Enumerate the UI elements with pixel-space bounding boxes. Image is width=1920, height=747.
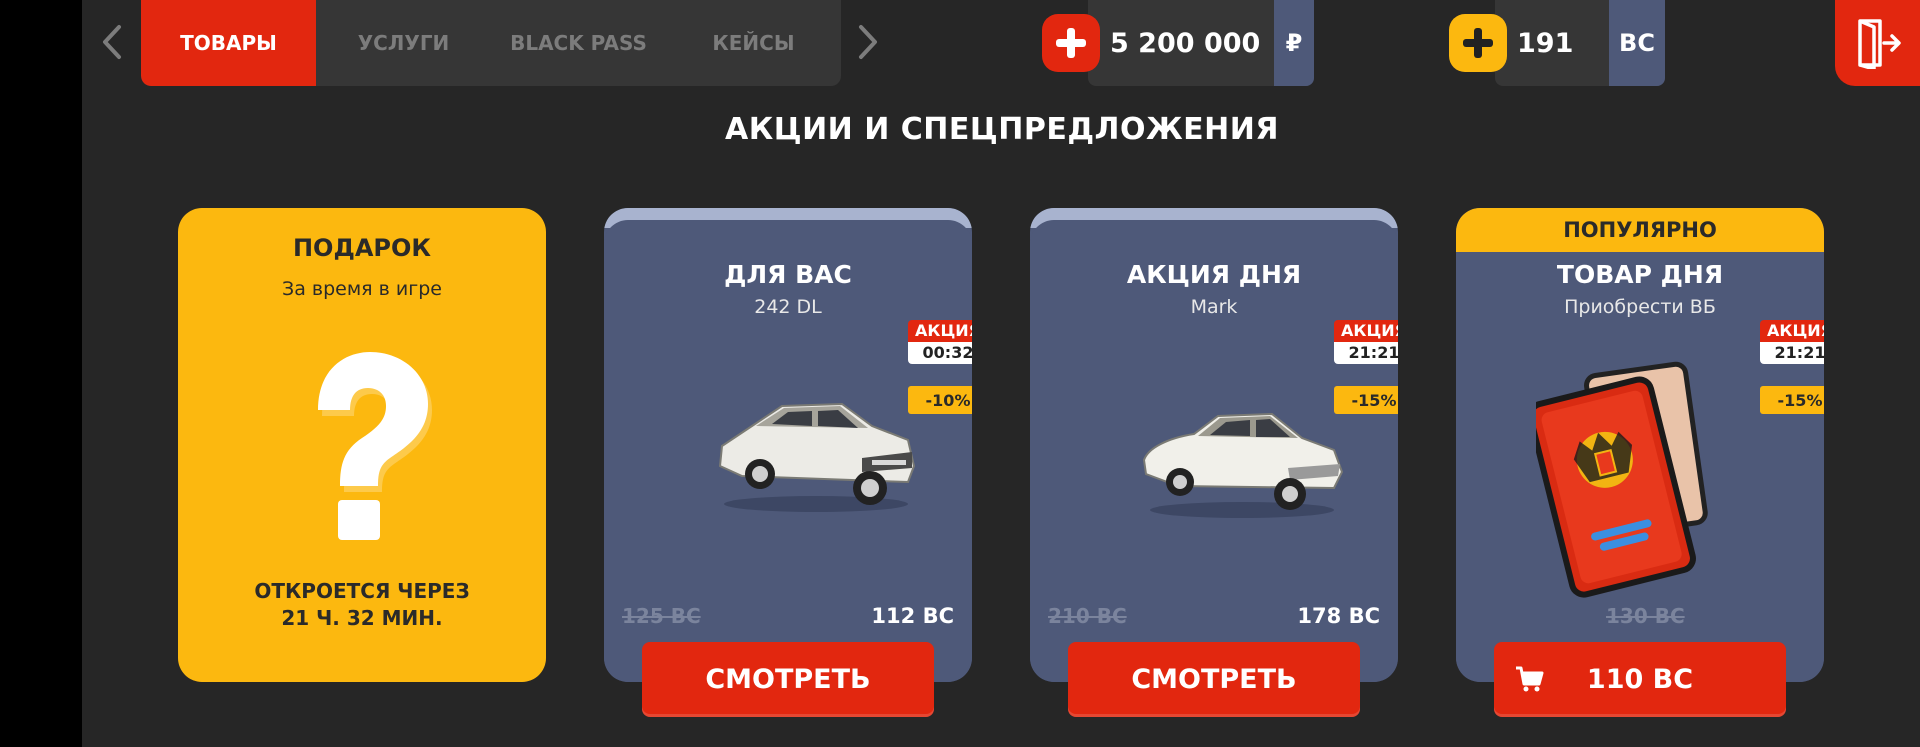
gift-card[interactable]: ПОДАРОК За время в игре ОТКРОЕТСЯ ЧЕРЕЗ … (178, 208, 546, 682)
for-you-view-button[interactable]: СМОТРЕТЬ (642, 642, 934, 717)
promo-badge: АКЦИЯ 21:21 (1760, 320, 1824, 364)
discount-badge: -15% (1760, 386, 1824, 414)
bc-unit: BC (1609, 0, 1665, 86)
tab-goods[interactable]: ТОВАРЫ (141, 0, 316, 86)
cart-icon (1516, 666, 1544, 692)
promo-badge: АКЦИЯ 21:21 (1334, 320, 1398, 364)
promo-badge-timer: 21:21 (1334, 342, 1398, 364)
gift-subtitle: За время в игре (282, 278, 442, 300)
item-of-day-card[interactable]: ПОПУЛЯРНО ТОВАР ДНЯ Приобрести ВБ АКЦИЯ … (1456, 208, 1824, 682)
next-tab-button[interactable] (848, 18, 888, 66)
item-of-day-subtitle: Приобрести ВБ (1564, 296, 1716, 318)
new-price: 112 BC (871, 604, 954, 628)
car-sedan-icon (1142, 412, 1344, 518)
chevron-left-icon (103, 25, 121, 59)
question-mark-icon (318, 352, 432, 540)
promo-badge-timer: 21:21 (1760, 342, 1824, 364)
popular-band: ПОПУЛЯРНО (1456, 208, 1824, 252)
deal-of-day-subtitle: Mark (1190, 296, 1238, 318)
gift-opens-timer: 21 Ч. 32 МИН. (281, 606, 443, 630)
rubles-balance: 5 200 000 ₽ (1042, 0, 1314, 86)
old-price: 125 BC (622, 604, 701, 628)
for-you-subtitle: 242 DL (754, 296, 822, 318)
gift-opens-in: ОТКРОЕТСЯ ЧЕРЕЗ 21 Ч. 32 МИН. (178, 578, 546, 632)
deal-of-day-view-button[interactable]: СМОТРЕТЬ (1068, 642, 1360, 717)
rubles-unit: ₽ (1274, 0, 1314, 86)
rubles-value: 5 200 000 (1110, 27, 1261, 59)
promo-badge-label: АКЦИЯ (1760, 320, 1824, 342)
id-card-icon (1536, 361, 1708, 598)
car-sedan-icon (718, 402, 916, 512)
promo-badge-label: АКЦИЯ (908, 320, 972, 342)
add-bc-button[interactable] (1449, 14, 1507, 72)
gift-opens-line1: ОТКРОЕТСЯ ЧЕРЕЗ (254, 579, 470, 603)
plus-icon (1056, 28, 1086, 58)
new-price: 178 BC (1297, 604, 1380, 628)
bc-value: 191 (1517, 27, 1574, 59)
plus-icon (1463, 28, 1493, 58)
item-of-day-buy-button[interactable]: 110 BC (1494, 642, 1786, 717)
promo-badge-timer: 00:32 (908, 342, 972, 364)
for-you-title: ДЛЯ ВАС (724, 260, 852, 289)
prev-tab-button[interactable] (92, 18, 132, 66)
gift-title: ПОДАРОК (292, 234, 432, 262)
section-title: АКЦИИ И СПЕЦПРЕДЛОЖЕНИЯ (725, 112, 1279, 147)
exit-door-icon (1857, 19, 1901, 69)
bc-balance: 191 BC (1449, 0, 1665, 86)
chevron-right-icon (859, 25, 877, 59)
for-you-card[interactable]: ДЛЯ ВАС 242 DL АКЦИЯ 00:32 -10% 125 BC 1… (604, 208, 972, 682)
exit-button[interactable] (1835, 0, 1920, 86)
add-rubles-button[interactable] (1042, 14, 1100, 72)
tab-services[interactable]: УСЛУГИ (316, 0, 491, 86)
promo-badge: АКЦИЯ 00:32 (908, 320, 972, 364)
item-of-day-title: ТОВАР ДНЯ (1556, 260, 1724, 289)
deal-of-day-card[interactable]: АКЦИЯ ДНЯ Mark АКЦИЯ 21:21 -15% 210 BC 1… (1030, 208, 1398, 682)
old-price: 210 BC (1048, 604, 1127, 628)
tab-black-pass[interactable]: BLACK PASS (491, 0, 666, 86)
tab-cases[interactable]: КЕЙСЫ (666, 0, 841, 86)
promo-badge-label: АКЦИЯ (1334, 320, 1398, 342)
buy-button-price: 110 BC (1586, 664, 1694, 695)
old-price: 130 BC (1606, 604, 1685, 628)
deal-of-day-title: АКЦИЯ ДНЯ (1126, 260, 1302, 289)
category-tabs: ТОВАРЫ УСЛУГИ BLACK PASS КЕЙСЫ (141, 0, 841, 86)
